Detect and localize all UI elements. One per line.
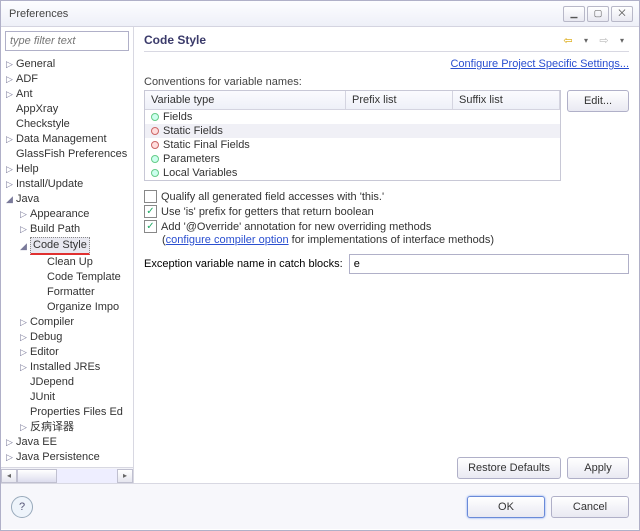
tree-item[interactable]: Compiler [30, 315, 74, 330]
project-settings-link[interactable]: Configure Project Specific Settings... [144, 58, 629, 70]
horizontal-scrollbar[interactable]: ◂ ▸ [1, 467, 133, 483]
scroll-thumb[interactable] [17, 469, 57, 483]
apply-button[interactable]: Apply [567, 457, 629, 479]
configure-compiler-link[interactable]: configure compiler option [166, 234, 289, 246]
tree-item[interactable]: GlassFish Preferences [16, 147, 127, 162]
tree-item[interactable]: Debug [30, 330, 62, 345]
tree-item[interactable]: Java EE [16, 435, 57, 450]
content-pane: Code Style ⇦ ▾ ⇨ ▾ Configure Project Spe… [134, 27, 639, 483]
override-label: Add '@Override' annotation for new overr… [161, 221, 431, 233]
tree-item[interactable]: AppXray [16, 102, 58, 117]
tree-item[interactable]: Installed JREs [30, 360, 100, 375]
qualify-this-label: Qualify all generated field accesses wit… [161, 191, 384, 203]
preference-tree[interactable]: ▷General ▷ADF ▷Ant AppXray Checkstyle ▷D… [1, 55, 133, 467]
tree-item[interactable]: Clean Up [47, 255, 93, 270]
minimize-icon[interactable]: ▁ [563, 6, 585, 22]
is-prefix-checkbox[interactable]: ✓ [144, 205, 157, 218]
col-variable-type[interactable]: Variable type [145, 91, 346, 109]
tree-item[interactable]: Data Management [16, 132, 107, 147]
table-row[interactable]: Parameters [145, 152, 560, 166]
edit-button[interactable]: Edit... [567, 90, 629, 112]
table-row[interactable]: Static Final Fields [145, 138, 560, 152]
filter-input[interactable] [5, 31, 129, 51]
dialog-footer: ? OK Cancel [1, 483, 639, 529]
tree-item[interactable]: JUnit [30, 390, 55, 405]
cancel-button[interactable]: Cancel [551, 496, 629, 518]
col-prefix-list[interactable]: Prefix list [346, 91, 453, 109]
tree-item[interactable]: ADF [16, 72, 38, 87]
tree-item[interactable]: Help [16, 162, 39, 177]
tree-item-java[interactable]: Java [16, 192, 39, 207]
tree-item-code-style[interactable]: Code Style [30, 237, 90, 255]
exception-var-label: Exception variable name in catch blocks: [144, 258, 343, 270]
tree-item[interactable]: Properties Files Ed [30, 405, 123, 420]
forward-menu-icon[interactable]: ▾ [615, 33, 629, 47]
tree-item[interactable]: Appearance [30, 207, 89, 222]
tree-item[interactable]: Install/Update [16, 177, 83, 192]
conventions-table: Variable type Prefix list Suffix list Fi… [144, 90, 561, 181]
window-title: Preferences [7, 8, 563, 20]
override-checkbox[interactable]: ✓ [144, 220, 157, 233]
table-row[interactable]: Fields [145, 110, 560, 124]
ok-button[interactable]: OK [467, 496, 545, 518]
exception-var-input[interactable] [349, 254, 629, 274]
qualify-this-checkbox[interactable] [144, 190, 157, 203]
forward-icon[interactable]: ⇨ [597, 33, 611, 47]
tree-item[interactable]: JavaScript [16, 465, 67, 467]
table-row[interactable]: Static Fields [145, 124, 560, 138]
tree-item[interactable]: Ant [16, 87, 33, 102]
back-menu-icon[interactable]: ▾ [579, 33, 593, 47]
sidebar: ▷General ▷ADF ▷Ant AppXray Checkstyle ▷D… [1, 27, 134, 483]
conventions-label: Conventions for variable names: [144, 76, 629, 88]
scroll-left-icon[interactable]: ◂ [1, 469, 17, 483]
tree-item[interactable]: Code Template [47, 270, 121, 285]
tree-item[interactable]: Organize Impo [47, 300, 119, 315]
maximize-icon[interactable]: ▢ [587, 6, 609, 22]
tree-item[interactable]: Build Path [30, 222, 80, 237]
tree-item[interactable]: Formatter [47, 285, 95, 300]
tree-item[interactable]: Java Persistence [16, 450, 100, 465]
restore-defaults-button[interactable]: Restore Defaults [457, 457, 561, 479]
tree-item[interactable]: 反病译器 [30, 420, 74, 435]
back-icon[interactable]: ⇦ [561, 33, 575, 47]
tree-item[interactable]: Checkstyle [16, 117, 70, 132]
tree-item[interactable]: JDepend [30, 375, 74, 390]
help-icon[interactable]: ? [11, 496, 33, 518]
close-icon[interactable]: ⨉ [611, 6, 633, 22]
is-prefix-label: Use 'is' prefix for getters that return … [161, 206, 374, 218]
title-bar: Preferences ▁ ▢ ⨉ [1, 1, 639, 27]
table-row[interactable]: Local Variables [145, 166, 560, 180]
col-suffix-list[interactable]: Suffix list [453, 91, 560, 109]
tree-item[interactable]: General [16, 57, 55, 72]
page-title: Code Style [144, 33, 557, 47]
tree-item[interactable]: Editor [30, 345, 59, 360]
scroll-right-icon[interactable]: ▸ [117, 469, 133, 483]
